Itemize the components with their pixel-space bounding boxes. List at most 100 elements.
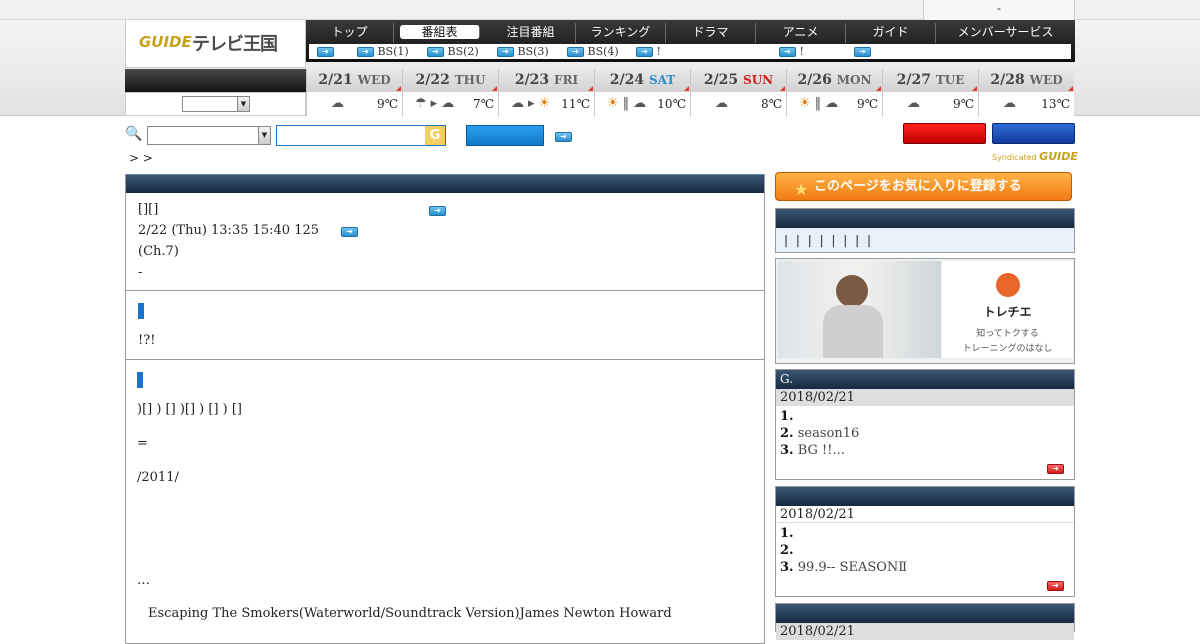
weather-cloud-to-sun-icon: ☁ ▸ ☀ xyxy=(511,96,551,111)
chevron-down-icon: ▼ xyxy=(258,127,270,144)
day-date: 2/25 xyxy=(703,72,739,88)
syndicated-logo: Syndicated GUIDE xyxy=(992,150,1078,163)
day-date: 2/22 xyxy=(415,72,450,88)
sub-link-bs3[interactable]: ➜ BS(3) xyxy=(497,45,549,58)
add-favorite-button[interactable]: ★ このページをお気に入りに登録する xyxy=(775,172,1072,201)
breadcrumb[interactable]: > > xyxy=(129,151,153,165)
day-weather: ☁ 8℃ xyxy=(691,92,786,116)
day-weekday: SAT xyxy=(648,73,676,87)
weather-rain-to-cloud-icon: ☂ ▸ ☁ xyxy=(415,96,455,111)
sidebar-links[interactable]: | | | | | | | | xyxy=(776,228,1074,252)
sub-link-7[interactable]: ➜ xyxy=(854,45,871,58)
tab-anime[interactable]: アニメ xyxy=(756,23,846,43)
day-date: 2/21 xyxy=(318,72,353,88)
day-link[interactable]: 2/24 SAT xyxy=(595,69,690,92)
day-column-0: 2/21 WED ☁ 9℃ xyxy=(306,69,402,116)
user-status[interactable]: - xyxy=(923,0,1075,20)
arrow-icon: ➜ xyxy=(555,131,572,142)
red-action-button[interactable] xyxy=(903,123,986,144)
tab-schedule[interactable]: 番組表 xyxy=(400,25,480,39)
sub-link-bs1[interactable]: ➜ BS(1) xyxy=(357,45,409,58)
music-line: Escaping The Smokers(Waterworld/Soundtra… xyxy=(148,606,672,621)
area-select-cell: ▼ xyxy=(125,92,306,116)
day-temp: 9℃ xyxy=(952,97,974,111)
day-weather: ☁ 9℃ xyxy=(307,92,402,116)
sub-link-6[interactable]: ➜ ! xyxy=(779,45,804,58)
sub-link-0[interactable]: ➜ xyxy=(317,45,334,58)
search-input[interactable]: G xyxy=(276,125,446,146)
ad-brand: トレチエ xyxy=(983,305,1032,319)
program-details: )[] ) [] )[] ) [] ) [] = /2011/ … Escapi… xyxy=(126,360,764,624)
rank-item[interactable]: 3. 99.9-- SEASONⅡ xyxy=(776,559,1074,576)
links-header xyxy=(776,209,1074,228)
day-link[interactable]: 2/28 WED xyxy=(979,69,1074,92)
ranking-header xyxy=(776,604,1074,623)
program-link-arrow[interactable]: ➜ xyxy=(429,203,446,217)
sub-link-5[interactable]: ➜ ! xyxy=(636,45,661,58)
gguide-logo-icon: GUIDE xyxy=(139,33,192,51)
ranking-more-link[interactable]: ➜ xyxy=(1047,578,1064,592)
day-weekday: WED xyxy=(1029,73,1063,87)
site-title: テレビ王国 xyxy=(192,34,278,55)
ad-banner[interactable]: トレチエ 知ってトクする トレーニングのはなし xyxy=(775,258,1075,364)
search-button[interactable] xyxy=(466,125,544,146)
day-column-4: 2/25 SUN ☁ 8℃ xyxy=(690,69,786,116)
day-link[interactable]: 2/25 SUN xyxy=(691,69,786,92)
arrow-icon: ➜ xyxy=(497,47,514,57)
program-time-arrow[interactable]: ➜ xyxy=(341,224,358,238)
day-temp: 9℃ xyxy=(376,97,398,111)
day-weekday: SUN xyxy=(743,73,774,87)
tab-member[interactable]: メンバーサービス xyxy=(936,23,1075,43)
search-help-link[interactable]: ➜ xyxy=(555,129,572,143)
sidebar-links-box: | | | | | | | | xyxy=(775,208,1075,253)
arrow-icon: ➜ xyxy=(429,205,446,216)
rank-item[interactable]: 2. xyxy=(776,542,1074,559)
tab-guide[interactable]: ガイド xyxy=(846,23,936,43)
rank-item[interactable]: 1. xyxy=(776,408,1074,425)
rank-item[interactable]: 2. season16 xyxy=(776,425,1074,442)
day-link[interactable]: 2/26 MON xyxy=(787,69,882,92)
cast-line: )[] ) [] )[] ) [] ) [] xyxy=(137,402,243,417)
day-link[interactable]: 2/22 THU xyxy=(403,69,498,92)
nav-tabs: トップ 番組表 注目番組 ランキング ドラマ アニメ ガイド メンバーサービス xyxy=(306,23,1075,43)
tab-drama[interactable]: ドラマ xyxy=(666,23,756,43)
day-date: 2/27 xyxy=(896,72,931,88)
ranking-date: 2018/02/21 xyxy=(776,389,1074,406)
day-weekday: FRI xyxy=(554,73,579,87)
ranking-list: 1. 2. season16 3. BG !!... xyxy=(776,406,1074,459)
day-date: 2/24 xyxy=(609,72,645,88)
weather-cloud-icon: ☁ xyxy=(331,96,344,111)
tab-ranking[interactable]: ランキング xyxy=(576,23,666,43)
day-column-5: 2/26 MON ☀ ‖ ☁ 9℃ xyxy=(786,69,882,116)
weather-cloud-icon: ☁ xyxy=(1003,96,1016,111)
ranking-box-1: G. 2018/02/21 1. 2. season16 3. BG !!...… xyxy=(775,369,1075,480)
day-temp: 8℃ xyxy=(760,97,782,111)
sidebar: ★ このページをお気に入りに登録する | | | | | | | | トレチエ … xyxy=(775,172,1075,640)
details-more: … xyxy=(137,573,150,588)
rank-item[interactable]: 1. xyxy=(776,525,1074,542)
area-select[interactable]: ▼ xyxy=(182,96,250,112)
site-logo[interactable]: GUIDE テレビ王国 xyxy=(125,20,306,68)
corner-mark-icon xyxy=(876,86,881,91)
ad-line1: 知ってトクする xyxy=(976,329,1039,339)
summary-text: !?! xyxy=(138,333,156,348)
chevron-down-icon: ▼ xyxy=(237,97,249,111)
day-date: 2/26 xyxy=(797,72,832,88)
blue-action-button[interactable] xyxy=(992,123,1075,144)
day-link[interactable]: 2/23 FRI xyxy=(499,69,594,92)
rank-item[interactable]: 3. BG !!... xyxy=(776,442,1074,459)
corner-mark-icon xyxy=(588,86,593,91)
day-link[interactable]: 2/27 TUE xyxy=(883,69,978,92)
sub-link-bs4[interactable]: ➜ BS(4) xyxy=(567,45,619,58)
section-marker xyxy=(137,372,143,388)
tab-top[interactable]: トップ xyxy=(306,23,394,43)
day-temp: 9℃ xyxy=(856,97,878,111)
ranking-more-link[interactable]: ➜ xyxy=(1047,461,1064,475)
day-weather: ☀ ‖ ☁ 10℃ xyxy=(595,92,690,116)
sub-link-bs2[interactable]: ➜ BS(2) xyxy=(427,45,479,58)
day-date: 2/23 xyxy=(514,72,550,88)
weather-sun-or-cloud-icon: ☀ ‖ ☁ xyxy=(607,96,647,111)
day-link[interactable]: 2/21 WED xyxy=(307,69,402,92)
search-category-select[interactable]: ▼ xyxy=(147,126,271,145)
tab-featured[interactable]: 注目番組 xyxy=(486,23,576,43)
